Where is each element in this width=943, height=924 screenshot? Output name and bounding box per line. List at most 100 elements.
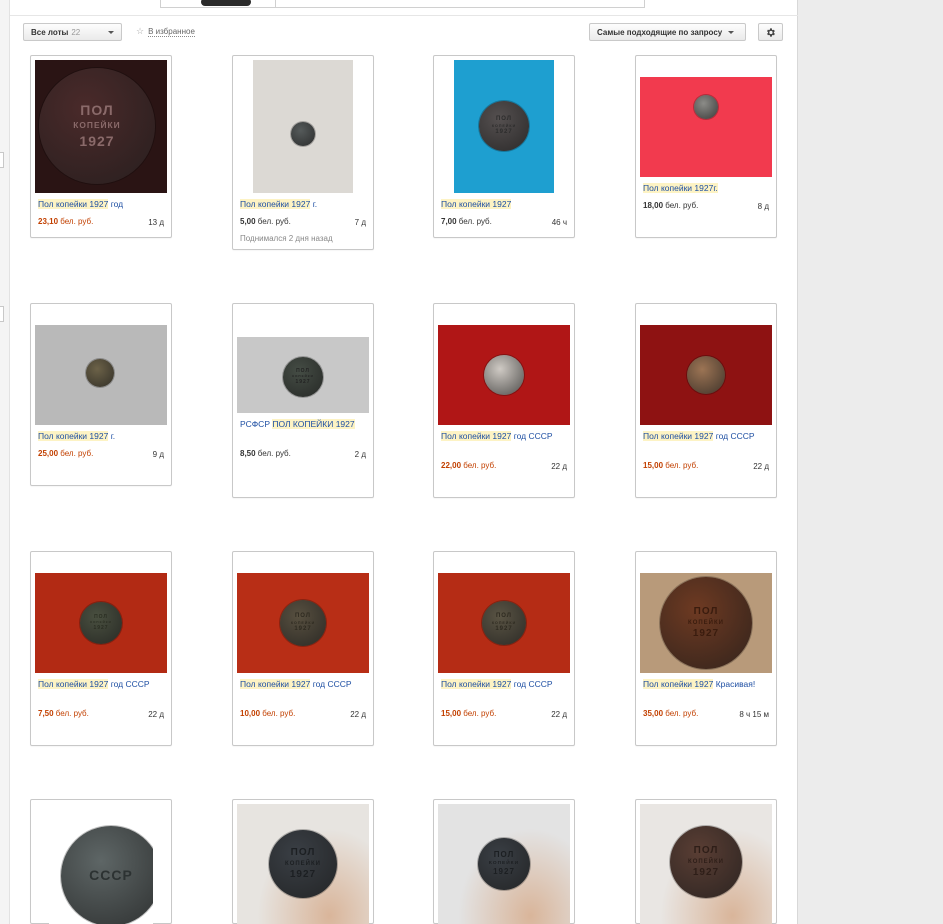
lot-image[interactable] bbox=[438, 325, 570, 425]
lot-title-highlight: Пол копейки 1927 bbox=[441, 431, 512, 441]
price-value: 10,00 bbox=[240, 709, 263, 718]
lot-card[interactable]: ПОЛ КОПЕЙКИ 1927 bbox=[232, 799, 374, 924]
lot-image[interactable] bbox=[253, 60, 353, 193]
lot-card[interactable]: ПОЛ КОПЕЙКИ 1927 bbox=[433, 799, 575, 924]
lot-card[interactable]: Пол копейки 1927 год СССР 15,00 бел. руб.… bbox=[635, 303, 777, 498]
coin-photo: ПОЛ КОПЕЙКИ 1927 bbox=[280, 600, 326, 646]
lot-title-highlight: Пол копейки 1927 bbox=[38, 679, 109, 689]
lot-title-link[interactable]: Пол копейки 1927 г. bbox=[38, 430, 163, 442]
lot-title-link[interactable]: Пол копейки 1927 bbox=[441, 198, 566, 210]
lot-price: 15,00 бел. руб. bbox=[643, 461, 698, 470]
lot-title-highlight: Пол копейки 1927 bbox=[38, 199, 109, 209]
all-lots-dropdown[interactable]: Все лоты 22 bbox=[23, 23, 122, 41]
sort-dropdown[interactable]: Самые подходящие по запросу bbox=[589, 23, 746, 41]
lot-image[interactable] bbox=[640, 77, 772, 177]
coin-inscription: ПОЛ bbox=[495, 116, 513, 123]
price-value: 23,10 bbox=[38, 217, 61, 226]
lot-title-link[interactable]: Пол копейки 1927 год СССР bbox=[441, 430, 566, 442]
price-value: 15,00 bbox=[441, 709, 464, 718]
lot-title-highlight: ПОЛ КОПЕЙКИ 1927 bbox=[272, 419, 355, 429]
lot-card[interactable]: ПОЛ КОПЕЙКИ 1927 Пол копейки 1927 год СССР 1… bbox=[433, 551, 575, 746]
lot-title-link[interactable]: Пол копейки 1927г. bbox=[643, 182, 768, 194]
lot-image[interactable]: ПОЛ КОПЕЙКИ 1927 bbox=[237, 804, 369, 924]
price-currency: бел. руб. bbox=[60, 217, 94, 226]
price-currency: бел. руб. bbox=[257, 217, 291, 226]
lot-title-link[interactable]: РСФСР ПОЛ КОПЕЙКИ 1927 bbox=[240, 418, 365, 430]
lot-price: 8,50 бел. руб. bbox=[240, 449, 291, 458]
lot-card[interactable]: Пол копейки 1927 г. 5,00 бел. руб. 7 д Подн… bbox=[232, 55, 374, 250]
lots-count: 22 bbox=[71, 27, 81, 37]
lot-price: 22,00 бел. руб. bbox=[441, 461, 496, 470]
lot-title-link[interactable]: Пол копейки 1927 год СССР bbox=[643, 430, 768, 442]
lot-title-link[interactable]: Пол копейки 1927 год bbox=[38, 198, 163, 210]
price-value: 35,00 bbox=[643, 709, 666, 718]
coin-inscription: ПОЛ bbox=[294, 613, 312, 620]
chevron-down-icon bbox=[108, 30, 114, 34]
lot-title-text: год СССР bbox=[108, 679, 150, 689]
lot-image[interactable]: ПОЛ КОПЕЙКИ 1927 bbox=[438, 573, 570, 673]
rail-tab[interactable] bbox=[0, 152, 4, 168]
coin-photo: ПОЛ КОПЕЙКИ 1927 bbox=[478, 838, 530, 890]
lot-image[interactable]: ПОЛ КОПЕЙКИ 1927 bbox=[454, 60, 554, 193]
coin-inscription: 1927 bbox=[493, 867, 515, 877]
price-currency: бел. руб. bbox=[665, 201, 699, 210]
time-left: 22 д bbox=[753, 462, 769, 471]
rail-tab[interactable] bbox=[0, 306, 4, 322]
lot-card[interactable]: ПОЛ КОПЕЙКИ 1927 Пол копейки 1927 Красивая!… bbox=[635, 551, 777, 746]
price-currency: бел. руб. bbox=[458, 217, 492, 226]
chevron-down-icon bbox=[728, 30, 735, 34]
lot-card[interactable]: Пол копейки 1927г. 18,00 бел. руб. 8 д bbox=[635, 55, 777, 238]
price-currency: бел. руб. bbox=[60, 449, 94, 458]
lot-title-link[interactable]: Пол копейки 1927 год СССР bbox=[240, 678, 365, 690]
thumbnail-image[interactable] bbox=[201, 0, 251, 6]
coin-inscription: ПОЛ bbox=[493, 849, 515, 859]
lot-card[interactable]: ПОЛ КОПЕЙКИ 1927 Пол копейки 1927 год СССР 7… bbox=[30, 551, 172, 746]
lot-card[interactable]: СССР bbox=[30, 799, 172, 924]
lot-title-link[interactable]: Пол копейки 1927 Красивая! bbox=[643, 678, 768, 690]
lot-price: 23,10 бел. руб. bbox=[38, 217, 93, 226]
price-currency: бел. руб. bbox=[463, 709, 497, 718]
lot-title-link[interactable]: Пол копейки 1927 год СССР bbox=[441, 678, 566, 690]
lot-raised-note: Поднимался 2 дня назад bbox=[240, 234, 333, 243]
lot-image[interactable]: ПОЛ КОПЕЙКИ 1927 bbox=[237, 573, 369, 673]
coin-inscription: 1927 bbox=[495, 626, 513, 633]
lot-title-link[interactable]: Пол копейки 1927 год СССР bbox=[38, 678, 163, 690]
lot-image[interactable] bbox=[640, 325, 772, 425]
lot-price: 15,00 бел. руб. bbox=[441, 709, 496, 718]
lot-title-text: год СССР bbox=[511, 431, 553, 441]
lot-card[interactable]: ПОЛ КОПЕЙКИ 1927 Пол копейки 1927 7,00 бел. … bbox=[433, 55, 575, 238]
coin-photo: ПОЛ КОПЕЙКИ 1927 bbox=[482, 601, 526, 645]
coin-inscription: 1927 bbox=[295, 378, 311, 385]
lot-title-link[interactable]: Пол копейки 1927 г. bbox=[240, 198, 365, 210]
coin-inscription: КОПЕЙКИ bbox=[285, 860, 321, 867]
lot-title-text: год СССР bbox=[310, 679, 352, 689]
lot-title-highlight: Пол копейки 1927 bbox=[441, 199, 512, 209]
lot-card[interactable]: ПОЛ КОПЕЙКИ 1927 Пол копейки 1927 год СССР 1… bbox=[232, 551, 374, 746]
lot-card[interactable]: ПОЛ КОПЕЙКИ 1927 bbox=[635, 799, 777, 924]
lot-image[interactable]: ПОЛ КОПЕЙКИ 1927 bbox=[237, 337, 369, 413]
lot-image[interactable]: ПОЛ КОПЕЙКИ 1927 bbox=[438, 804, 570, 924]
time-left: 22 д bbox=[551, 710, 567, 719]
coin-photo: ПОЛ КОПЕЙКИ 1927 bbox=[39, 68, 155, 184]
lot-card[interactable]: ПОЛ КОПЕЙКИ 1927 Пол копейки 1927 год 23,10 … bbox=[30, 55, 172, 238]
lot-card[interactable]: Пол копейки 1927 г. 25,00 бел. руб. 9 д bbox=[30, 303, 172, 486]
lot-title-text: год bbox=[108, 199, 124, 209]
left-rail bbox=[0, 0, 10, 924]
lot-image[interactable]: ПОЛ КОПЕЙКИ 1927 bbox=[35, 60, 167, 193]
lot-image[interactable]: ПОЛ КОПЕЙКИ 1927 bbox=[640, 573, 772, 673]
add-to-favorites-link[interactable]: ☆ В избранное bbox=[136, 26, 195, 37]
coin-inscription: ПОЛ bbox=[693, 605, 719, 617]
lot-image[interactable] bbox=[35, 325, 167, 425]
coin-inscription: 1927 bbox=[93, 624, 109, 631]
lot-card[interactable]: Пол копейки 1927 год СССР 22,00 бел. руб.… bbox=[433, 303, 575, 498]
lot-image[interactable]: СССР bbox=[49, 804, 153, 924]
star-icon: ☆ bbox=[136, 26, 145, 36]
lot-title-highlight: Пол копейки 1927г. bbox=[643, 183, 718, 193]
coin-inscription: 1927 bbox=[692, 866, 720, 878]
lot-title-text: Красивая! bbox=[713, 679, 756, 689]
coin-photo bbox=[687, 356, 725, 394]
lot-image[interactable]: ПОЛ КОПЕЙКИ 1927 bbox=[35, 573, 167, 673]
lot-card[interactable]: ПОЛ КОПЕЙКИ 1927 РСФСР ПОЛ КОПЕЙКИ 1927 8,50… bbox=[232, 303, 374, 498]
lot-image[interactable]: ПОЛ КОПЕЙКИ 1927 bbox=[640, 804, 772, 924]
settings-button[interactable] bbox=[758, 23, 783, 41]
